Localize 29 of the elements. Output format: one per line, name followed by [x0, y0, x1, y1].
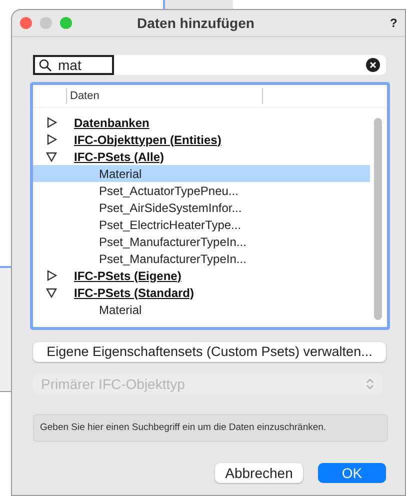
up-down-chevron-icon [366, 378, 374, 390]
tree-row[interactable]: IFC-Objekttypen (Entities) [33, 131, 370, 148]
tree-row[interactable]: Material [33, 165, 370, 182]
hint-text: Geben Sie hier einen Suchbegriff ein um die Daten einzuschränken. [40, 420, 326, 435]
tree-row[interactable]: Pset_ActuatorTypePneu... [33, 182, 370, 199]
collapsed-triangle-icon[interactable] [46, 117, 57, 128]
column-header[interactable]: Daten [66, 88, 263, 104]
search-icon [39, 58, 52, 72]
tree-row[interactable]: Pset_AirSideSystemInfor... [33, 199, 370, 216]
tree-row[interactable]: Pset_ManufacturerTypeIn... [33, 233, 370, 250]
tree-row[interactable]: Datenbanken [33, 114, 370, 131]
help-button[interactable]: ? [390, 14, 398, 32]
tree-row[interactable]: Material [33, 301, 370, 318]
ok-button[interactable]: OK [318, 463, 386, 483]
tree-row[interactable]: IFC-PSets (Eigene) [33, 267, 370, 284]
manage-psets-button[interactable]: Eigene Eigenschaftensets (Custom Psets) verwalten... [33, 342, 386, 362]
window-title: Daten hinzufügen [137, 14, 254, 33]
collapsed-triangle-icon[interactable] [46, 134, 57, 145]
expanded-triangle-icon[interactable] [46, 287, 57, 298]
tree-row[interactable]: IFC-PSets (Alle) [33, 148, 370, 165]
search-field[interactable]: mat [33, 55, 386, 75]
cancel-button[interactable]: Abbrechen [215, 463, 303, 483]
tree-row[interactable]: IFC-PSets (Standard) [33, 284, 370, 301]
tree-row[interactable]: Pset_ManufacturerTypeIn... [33, 250, 370, 267]
scrollbar[interactable] [374, 118, 382, 320]
collapsed-triangle-icon[interactable] [46, 270, 57, 281]
expanded-triangle-icon[interactable] [46, 151, 57, 162]
clear-icon[interactable] [366, 58, 380, 72]
tree-row[interactable]: Pset_ElectricHeaterType... [33, 216, 370, 233]
